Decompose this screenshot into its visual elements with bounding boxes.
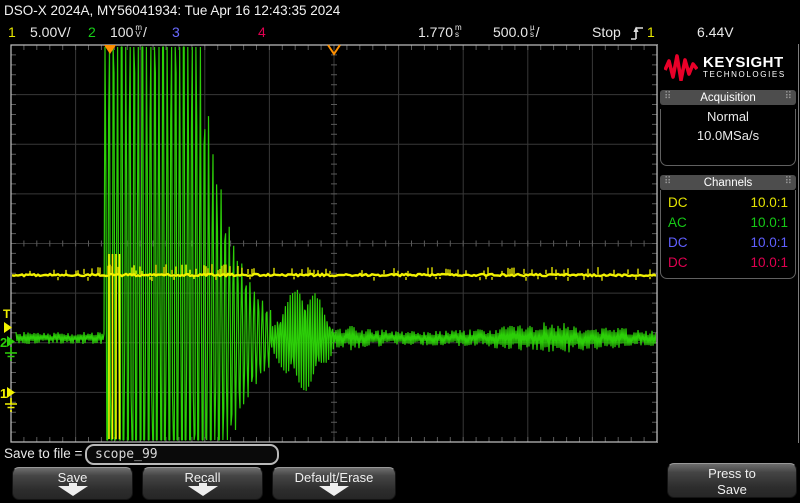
ch1-reference-marker[interactable]: 1 [0, 386, 7, 401]
down-arrow-icon [58, 483, 88, 496]
sample-rate: 10.0MSa/s [661, 128, 795, 143]
title-bar: DSO-X 2024A, MY56041934: Tue Apr 16 12:4… [4, 3, 340, 18]
side-panel: KEYSIGHT TECHNOLOGIES ⠿ Acquisition ⠿ No… [657, 44, 799, 443]
keysight-spark-icon [664, 53, 698, 81]
channel-probe: 10.0:1 [750, 235, 788, 250]
trigger-level[interactable]: 6.44V [697, 24, 734, 40]
channel-row: DC 10.0:1 [661, 192, 795, 212]
channels-header[interactable]: ⠿ Channels ⠿ [660, 175, 796, 190]
softkey-recall[interactable]: Recall [142, 467, 263, 500]
ch2-scale-value: 100 [110, 24, 133, 40]
softkey-default-erase[interactable]: Default/Erase [272, 467, 396, 500]
timebase-suffix: / [536, 24, 540, 40]
down-arrow-icon [319, 483, 349, 496]
softkey-save[interactable]: Save [12, 467, 133, 500]
delay-value: 1.770 [418, 24, 453, 40]
timebase-value: 500.0 [493, 24, 528, 40]
trigger-edge-icon [630, 25, 644, 41]
channels-title: Channels [704, 177, 753, 189]
timebase-readout[interactable]: 500.0µs/ [493, 24, 540, 40]
channel-row: DC 10.0:1 [661, 252, 795, 272]
channel-row: DC 10.0:1 [661, 232, 795, 252]
grip-icon: ⠿ [664, 91, 671, 102]
grip-icon: ⠿ [785, 91, 792, 102]
press-to-save-button[interactable]: Press to Save [667, 463, 797, 498]
ch2-reference-marker[interactable]: 2 [0, 335, 7, 350]
press-to-save-line2: Save [668, 482, 796, 498]
channels-box: DC 10.0:1 AC 10.0:1 DC 10.0:1 DC 10.0:1 [660, 190, 796, 279]
trigger-source[interactable]: 1 [647, 24, 655, 40]
us-unit: µs [530, 25, 535, 38]
ch1-scale[interactable]: 5.00V/ [30, 24, 70, 40]
save-to-file-label: Save to file = [4, 446, 82, 461]
channel-coupling: AC [668, 215, 687, 230]
ch4-number[interactable]: 4 [258, 24, 266, 40]
ch2-scale[interactable]: 100mV/ [110, 24, 147, 40]
brand-name: KEYSIGHT [703, 55, 786, 70]
trigger-level-marker[interactable]: T [3, 307, 11, 321]
filename-input[interactable]: scope_99 [85, 444, 279, 465]
oscilloscope-screen: DSO-X 2024A, MY56041934: Tue Apr 16 12:4… [0, 0, 800, 503]
channel-row: AC 10.0:1 [661, 212, 795, 232]
brand-sub: TECHNOLOGIES [703, 70, 786, 80]
press-to-save-line1: Press to [668, 466, 796, 482]
mv-unit: mV [135, 25, 142, 38]
delay-readout[interactable]: 1.770ms [418, 24, 463, 40]
channel-coupling: DC [668, 255, 688, 270]
ms-unit: ms [455, 25, 462, 38]
acquisition-mode: Normal [661, 109, 795, 124]
grip-icon: ⠿ [664, 176, 671, 187]
ch1-number[interactable]: 1 [8, 24, 16, 40]
grip-icon: ⠿ [785, 176, 792, 187]
acquisition-header[interactable]: ⠿ Acquisition ⠿ [660, 90, 796, 105]
channel-probe: 10.0:1 [750, 215, 788, 230]
keysight-logo: KEYSIGHT TECHNOLOGIES [658, 44, 798, 86]
channel-probe: 10.0:1 [750, 195, 788, 210]
acquisition-box: Normal 10.0MSa/s [660, 109, 796, 166]
channel-coupling: DC [668, 235, 688, 250]
channel-probe: 10.0:1 [750, 255, 788, 270]
run-state[interactable]: Stop [592, 24, 621, 40]
acquisition-title: Acquisition [700, 92, 756, 104]
down-arrow-icon [188, 483, 218, 496]
ch2-scale-suffix: / [143, 24, 147, 40]
ch2-number[interactable]: 2 [88, 24, 96, 40]
ch3-number[interactable]: 3 [172, 24, 180, 40]
channel-coupling: DC [668, 195, 688, 210]
scope-display: T 2 1 [0, 44, 660, 444]
